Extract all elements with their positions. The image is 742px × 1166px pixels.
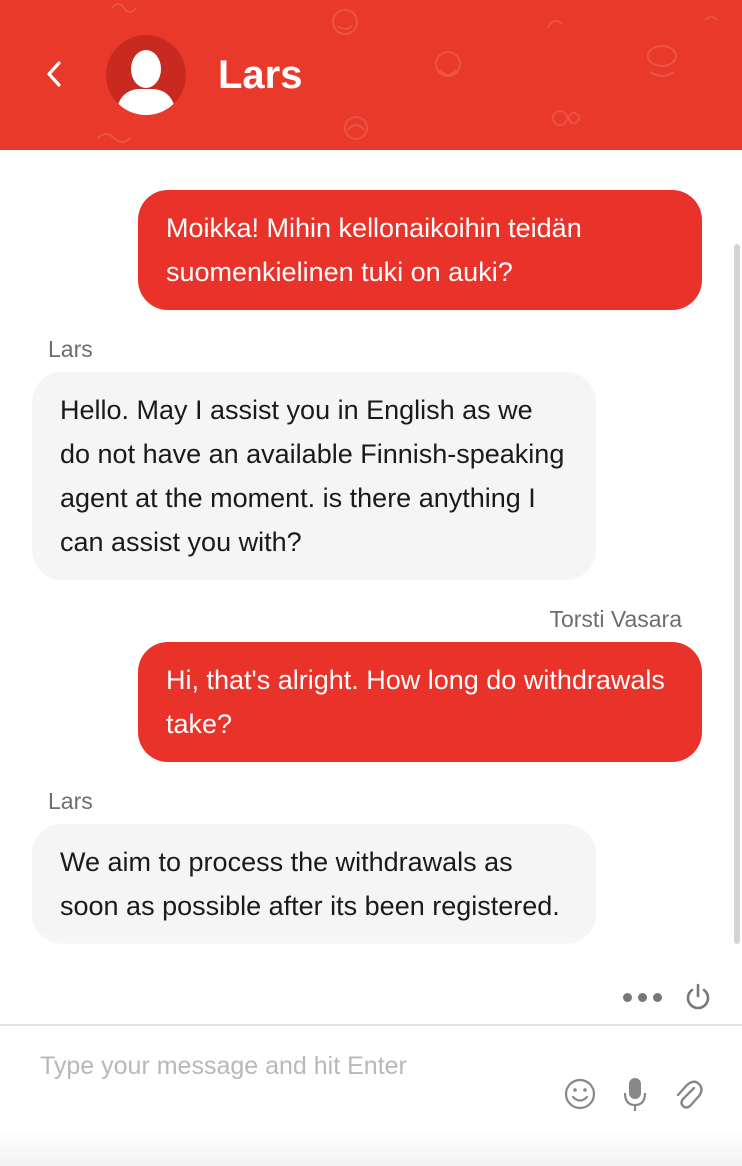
sender-name: Lars	[48, 788, 93, 814]
message-list-fade	[0, 930, 742, 980]
message-scrollbar[interactable]	[734, 244, 740, 944]
more-dots-icon	[637, 992, 647, 1002]
message-bubble-incoming: Hello. May I assist you in English as we…	[32, 372, 596, 580]
contact-avatar	[106, 35, 186, 115]
message-bubble-incoming: We aim to process the withdrawals as soo…	[32, 824, 596, 944]
paperclip-icon	[676, 1080, 703, 1109]
attach-button[interactable]	[670, 1074, 704, 1114]
emoji-button[interactable]	[563, 1074, 597, 1114]
message-input[interactable]	[40, 1046, 560, 1086]
message-bubble-outgoing: Hi, that's alright. How long do withdraw…	[138, 642, 702, 762]
microphone-button[interactable]	[618, 1074, 652, 1114]
back-button[interactable]	[36, 56, 72, 92]
more-options-button[interactable]	[616, 982, 668, 1012]
user-silhouette-icon	[116, 50, 176, 115]
contact-name: Lars	[218, 53, 303, 97]
more-dots-icon	[622, 992, 632, 1002]
message-bubble-outgoing: Moikka! Mihin kellonaikoihin teidän suom…	[138, 190, 702, 310]
sender-name: Lars	[48, 336, 93, 362]
emoji-icon	[564, 1078, 596, 1110]
more-dots-icon	[652, 992, 662, 1002]
chat-header: Lars	[0, 0, 742, 150]
end-chat-button[interactable]	[683, 982, 713, 1012]
composer-divider	[0, 1024, 742, 1026]
message-list[interactable]: Moikka! Mihin kellonaikoihin teidän suom…	[0, 150, 742, 980]
power-icon	[686, 983, 710, 1010]
chevron-left-icon	[47, 61, 61, 87]
sender-name: Torsti Vasara	[549, 606, 682, 632]
bottom-shade	[0, 1130, 742, 1166]
microphone-icon	[623, 1078, 647, 1111]
